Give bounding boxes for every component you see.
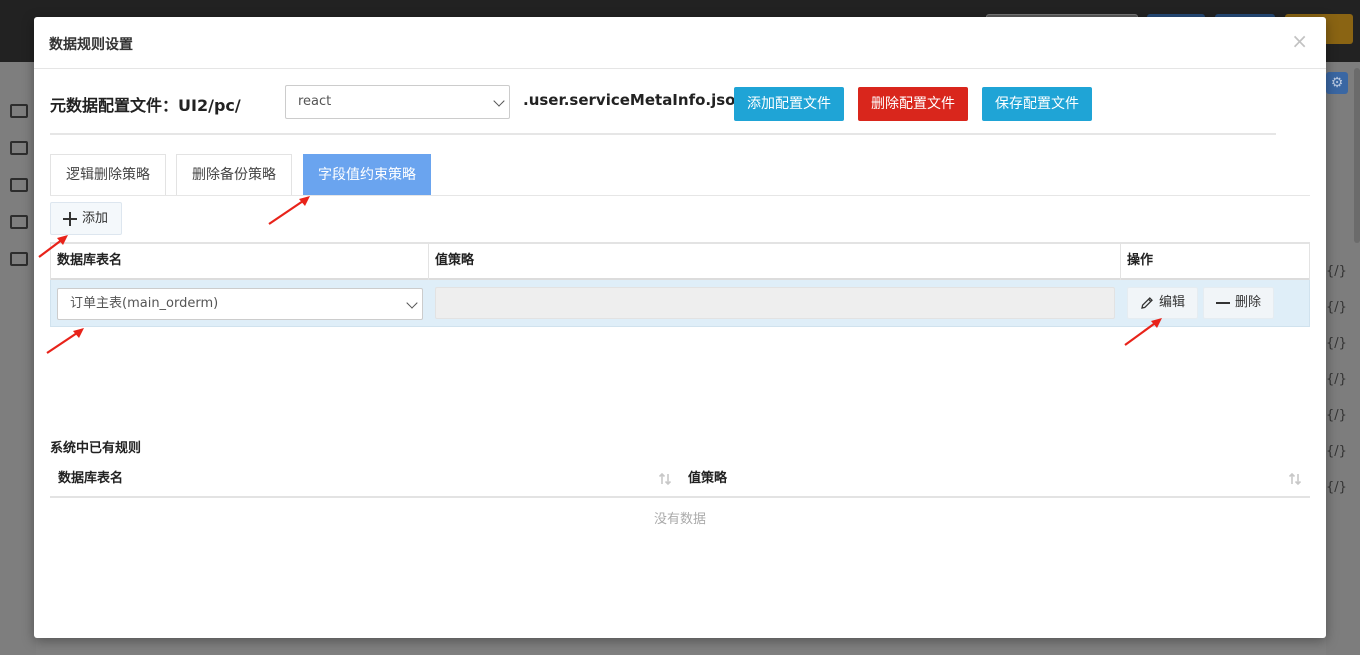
column-header-actions: 操作 (1120, 244, 1310, 280)
table-name-select-value: 订单主表(main_orderm) (70, 296, 219, 311)
tab-field-value-constraint-strategy[interactable]: 字段值约束策略 (303, 154, 431, 195)
delete-rule-button-label: 删除 (1235, 295, 1262, 310)
config-divider (50, 133, 1276, 135)
folder-icon (10, 252, 28, 266)
add-rule-button-label: 添加 (82, 211, 109, 226)
annotation-arrow-icon (38, 235, 68, 258)
add-config-file-button[interactable]: 添加配置文件 (734, 87, 844, 121)
column-header-table-name[interactable]: 数据库表名 (58, 462, 658, 496)
folder-icon (10, 178, 28, 192)
table-row: 订单主表(main_orderm) 编辑 删除 (50, 280, 1310, 327)
config-file-row: 元数据配置文件：UI2/pc/ react .user.serviceMetaI… (50, 85, 1280, 133)
sort-icon[interactable] (658, 472, 672, 486)
config-file-select-value: react (298, 94, 332, 109)
code-icon: {/} (1326, 444, 1347, 459)
code-icon: {/} (1326, 336, 1347, 351)
column-header-value-strategy: 值策略 (428, 244, 1120, 280)
column-header-table-name: 数据库表名 (50, 244, 428, 280)
config-file-label: 元数据配置文件：UI2/pc/ (50, 92, 241, 116)
close-icon[interactable]: × (1291, 31, 1308, 51)
code-icon: {/} (1326, 264, 1347, 279)
existing-rules-header: 数据库表名 值策略 (50, 462, 1310, 498)
strategy-tabs: 逻辑删除策略 删除备份策略 字段值约束策略 (50, 154, 1310, 196)
folder-icon (10, 215, 28, 229)
table-name-select[interactable]: 订单主表(main_orderm) (57, 288, 423, 320)
config-file-label-text: 元数据配置文件： (50, 96, 179, 115)
annotation-arrow-icon (268, 196, 310, 225)
minus-icon (1216, 302, 1230, 304)
code-icon: {/} (1326, 300, 1347, 315)
value-strategy-field[interactable] (435, 287, 1115, 319)
delete-rule-button[interactable]: 删除 (1203, 287, 1274, 319)
add-rule-button[interactable]: 添加 (50, 202, 122, 235)
sort-icon[interactable] (1288, 472, 1302, 486)
folder-icon (10, 141, 28, 155)
tab-delete-backup-strategy[interactable]: 删除备份策略 (176, 154, 292, 195)
tab-logical-delete-strategy[interactable]: 逻辑删除策略 (50, 154, 166, 195)
delete-config-file-button[interactable]: 删除配置文件 (858, 87, 968, 121)
background-scrollbar (1354, 68, 1360, 243)
column-header-value-strategy[interactable]: 值策略 (688, 462, 1278, 496)
code-icon: {/} (1326, 372, 1347, 387)
config-file-select[interactable]: react (285, 85, 510, 119)
annotation-arrow-icon (1124, 318, 1162, 346)
code-icon: {/} (1326, 408, 1347, 423)
code-icon: {/} (1326, 480, 1347, 495)
empty-table-message: 没有数据 (653, 512, 706, 527)
background-left-panel (0, 62, 36, 655)
annotation-arrow-icon (46, 328, 84, 354)
rule-table-header: 数据库表名 值策略 操作 (50, 242, 1310, 280)
folder-icon (10, 104, 28, 118)
dialog-title: 数据规则设置 (49, 37, 133, 53)
chevron-down-icon (406, 297, 418, 309)
save-config-file-button[interactable]: 保存配置文件 (982, 87, 1092, 121)
existing-rules-title: 系统中已有规则 (50, 441, 142, 456)
config-file-path: UI2/pc/ (178, 96, 241, 115)
rule-editor-table: 数据库表名 值策略 操作 订单主表(main_orderm) 编辑 删除 (50, 242, 1310, 328)
config-file-suffix: .user.serviceMetaInfo.json (523, 91, 747, 109)
gear-icon: ⚙ (1326, 72, 1348, 94)
plus-icon (63, 212, 77, 226)
dialog-header: 数据规则设置 × (34, 17, 1326, 69)
pencil-icon (1141, 297, 1153, 309)
chevron-down-icon (493, 95, 505, 107)
